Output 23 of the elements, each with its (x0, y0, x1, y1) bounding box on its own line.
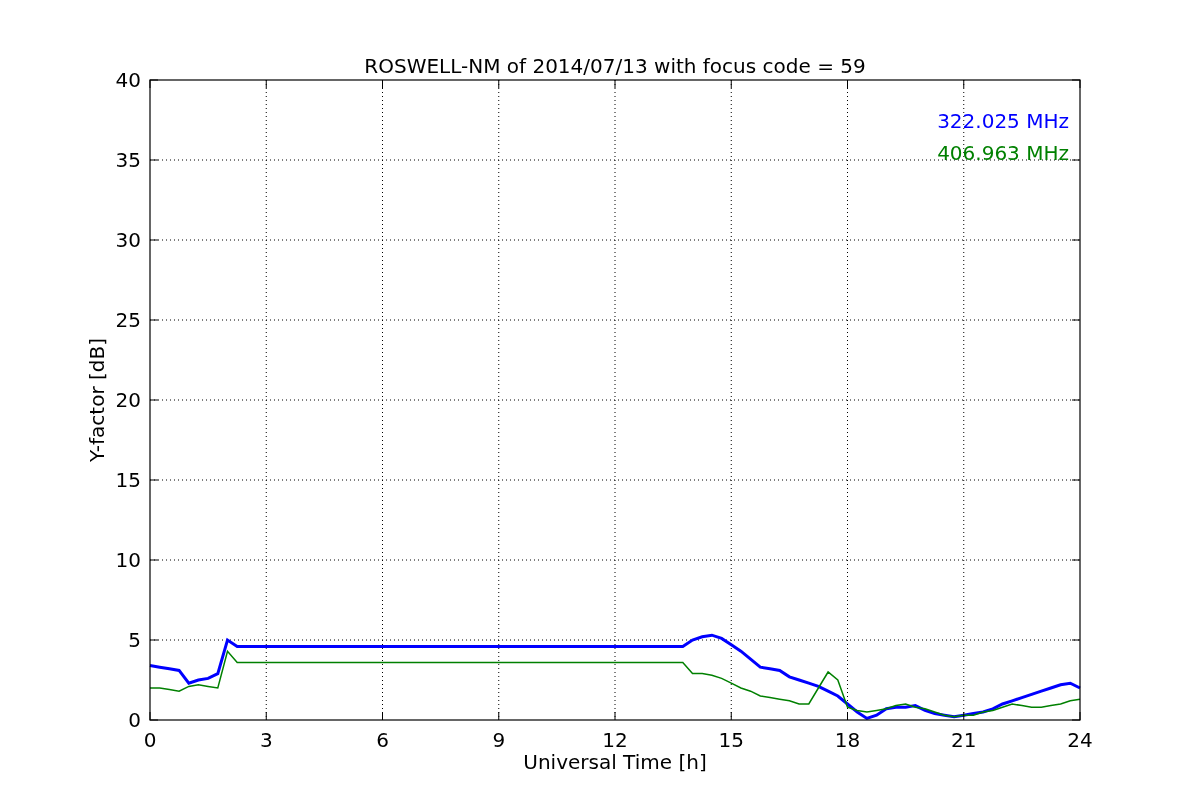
axis-tick-label: 40 (115, 68, 141, 92)
axis-tick-label: 24 (1067, 728, 1093, 752)
axis-tick-label: 9 (492, 728, 506, 752)
axis-title: Universal Time [h] (523, 750, 707, 774)
axis-tick-label: 10 (115, 548, 141, 572)
axis-tick-label: 0 (143, 728, 157, 752)
axis-tick-label: 5 (128, 628, 141, 652)
axis-tick-label: 0 (128, 708, 141, 732)
axis-tick-label: 35 (115, 148, 141, 172)
axis-tick-label: 18 (834, 728, 861, 752)
axis-tick-label: 30 (115, 228, 141, 252)
axis-tick-label: 25 (115, 308, 141, 332)
axis-tick-label: 12 (602, 728, 628, 752)
axis-title: Y-factor [dB] (85, 338, 109, 462)
legend-label: 406.963 MHz (937, 141, 1069, 165)
axis-tick-label: 20 (115, 388, 141, 412)
chart-title: ROSWELL-NM of 2014/07/13 with focus code = 59 (364, 54, 866, 78)
axis-tick-label: 15 (718, 728, 744, 752)
axis-tick-label: 6 (376, 728, 389, 752)
axis-tick-label: 21 (951, 728, 977, 752)
axis-tick-label: 15 (115, 468, 141, 492)
legend-label: 322.025 MHz (937, 109, 1069, 133)
axis-tick-label: 3 (259, 728, 273, 752)
